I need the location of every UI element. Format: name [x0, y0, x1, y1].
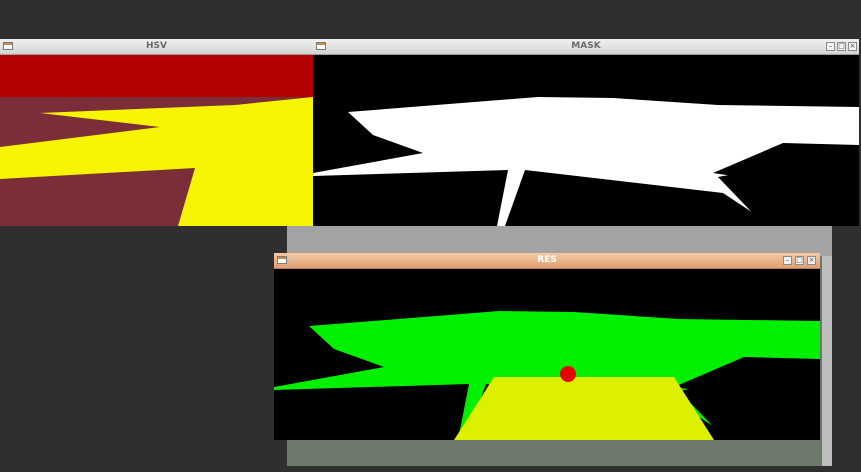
- mask-window[interactable]: MASK – □ ×: [313, 39, 859, 226]
- res-window-title: RES: [537, 255, 557, 265]
- mask-titlebar[interactable]: MASK – □ ×: [313, 39, 859, 55]
- hsv-titlebar[interactable]: HSV: [0, 39, 313, 55]
- maximize-icon[interactable]: □: [795, 256, 804, 265]
- mask-window-title: MASK: [571, 41, 601, 51]
- mask-image-view: [313, 55, 859, 226]
- minimize-icon[interactable]: –: [783, 256, 792, 265]
- background-window-top-panel: [287, 226, 832, 256]
- maximize-icon[interactable]: □: [837, 42, 846, 51]
- res-titlebar[interactable]: RES – □ ×: [274, 253, 820, 269]
- hsv-window-title: HSV: [146, 41, 167, 51]
- background-window-scrollbar[interactable]: [822, 256, 832, 466]
- res-window[interactable]: RES – □ ×: [274, 253, 820, 440]
- res-image-view: [274, 269, 820, 440]
- hsv-image-view: [0, 55, 313, 226]
- close-icon[interactable]: ×: [807, 256, 816, 265]
- hsv-window[interactable]: HSV: [0, 39, 313, 226]
- minimize-icon[interactable]: –: [826, 42, 835, 51]
- centroid-marker: [560, 366, 576, 382]
- close-icon[interactable]: ×: [848, 42, 857, 51]
